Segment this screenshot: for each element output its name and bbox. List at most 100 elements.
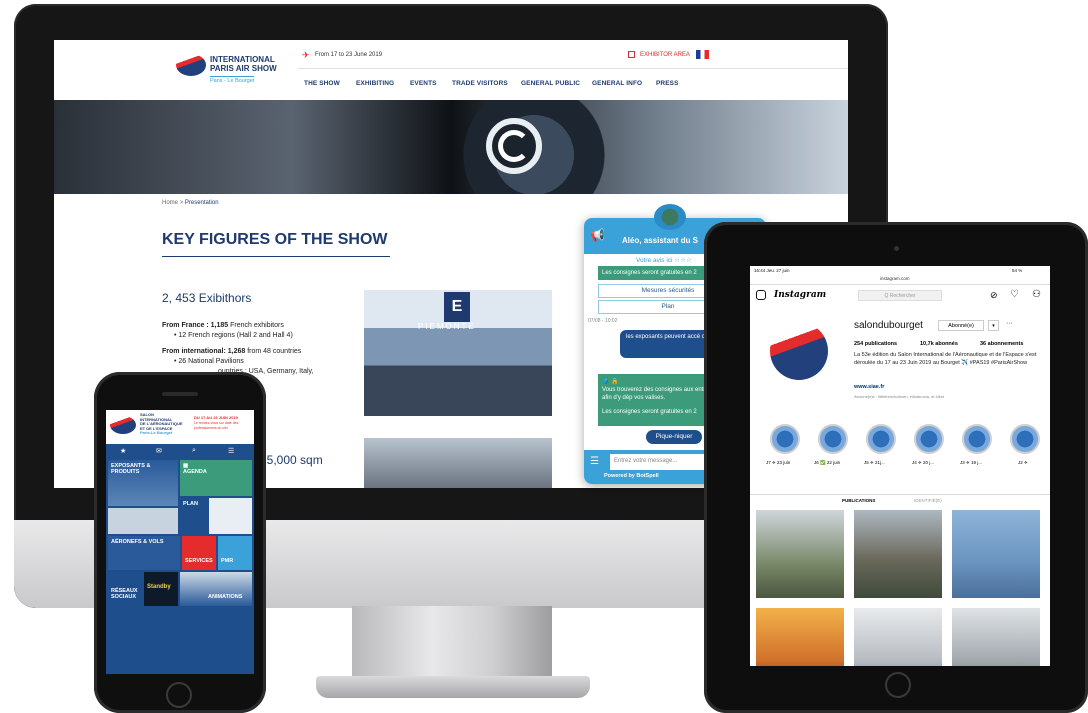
tile-agenda[interactable]: ▦ AGENDA <box>180 460 252 496</box>
exhibitors-details: From France : 1,185 French exhibitors • … <box>162 321 362 377</box>
paris-air-show-logo-icon[interactable] <box>176 54 206 76</box>
tile-plan[interactable]: PLAN <box>180 498 252 534</box>
app-title: SALON INTERNATIONAL DE L'AÉRONAUTIQUE ET… <box>140 412 183 436</box>
nav-trade-visitors[interactable]: TRADE VISITORS <box>452 80 508 87</box>
page-title: KEY FIGURES OF THE SHOW <box>162 231 388 248</box>
profile-avatar[interactable] <box>770 322 828 380</box>
ipad-home-button[interactable] <box>885 672 911 698</box>
france-value: 1,185 <box>210 322 229 329</box>
powered-by: Powered by BotSpell <box>604 473 659 479</box>
profile-icon[interactable]: ⚇ <box>1032 289 1041 300</box>
post-thumbnail-1[interactable] <box>756 510 844 598</box>
story-highlight-3[interactable] <box>866 424 896 454</box>
followed-by: Abonné(e)s : littlefrenchcitizen, elisab… <box>854 394 945 399</box>
profile-link[interactable]: www.siae.fr <box>854 384 884 390</box>
french-flag-icon[interactable] <box>696 50 709 59</box>
bot-avatar-icon <box>654 204 686 230</box>
hero-engine-image <box>54 100 848 194</box>
mail-icon[interactable]: ✉ <box>156 447 162 455</box>
story-highlight-2[interactable] <box>818 424 848 454</box>
header-divider <box>298 68 848 69</box>
exhibitor-area-link[interactable]: EXHIBITOR AREA <box>640 52 690 58</box>
story-label-5: J3 ✈ 19 j... <box>960 460 983 465</box>
chat-rating[interactable]: Votre avis ici ☆☆☆ <box>636 256 692 264</box>
tab-publications[interactable]: PUBLICATIONS <box>842 498 875 503</box>
breadcrumb-current: Presentation <box>184 200 219 206</box>
logo-line3: Paris - Le Bourget <box>210 76 255 84</box>
explore-icon[interactable]: ⊘ <box>990 290 998 301</box>
profile-username: salondubourget <box>854 320 923 331</box>
menu-icon[interactable]: ☰ <box>228 447 234 455</box>
tile-pmr-label: PMR <box>221 558 234 564</box>
france-label: From France : <box>162 322 209 329</box>
tile-reseaux-label: RÉSEAUX SOCIAUX <box>111 588 138 600</box>
instagram-camera-icon[interactable] <box>756 290 766 300</box>
post-thumbnail-5[interactable] <box>854 608 942 666</box>
iphone-speaker <box>162 392 198 396</box>
search-input[interactable]: Q Rechercher <box>858 290 942 301</box>
nav-general-public[interactable]: GENERAL PUBLIC <box>521 80 580 87</box>
engine-swirl <box>498 130 530 162</box>
breadcrumb-separator: > <box>179 200 184 206</box>
tile-exposants-label: EXPOSANTS & PRODUITS <box>111 463 151 475</box>
nav-press[interactable]: PRESS <box>656 80 679 87</box>
exhibitor-icon <box>628 51 635 58</box>
tabs-divider <box>750 494 1050 495</box>
story-highlight-4[interactable] <box>914 424 944 454</box>
france-rest: French exhibitors <box>230 322 284 329</box>
stand-sign: PIEMONTE <box>418 322 476 331</box>
imac-stand <box>352 606 552 676</box>
tile-aeronefs[interactable]: AÉRONEFS & VOLS <box>108 536 180 570</box>
tile-exposants[interactable]: EXPOSANTS & PRODUITS <box>108 460 178 506</box>
aerial-photo <box>364 438 552 488</box>
instagram-brand[interactable]: Instagram <box>774 290 826 300</box>
url-bar[interactable]: instagram.com <box>880 276 910 281</box>
tile-services[interactable]: SERVICES <box>182 536 216 570</box>
tile-animations-label: ANIMATIONS <box>208 594 243 600</box>
tile-reseaux[interactable]: RÉSEAUX SOCIAUX <box>108 572 142 606</box>
following-button[interactable]: Abonné(e) <box>938 320 984 331</box>
story-label-3: J5 ✈ 21j... <box>864 460 885 465</box>
stat-following[interactable]: 36 abonnements <box>980 341 1023 347</box>
instagram-profile: 16:44 Jeu. 27 juin 54 % instagram.com In… <box>750 266 1050 666</box>
iphone-home-button[interactable] <box>166 682 192 708</box>
menu-icon[interactable]: ☰ <box>590 456 599 467</box>
search-icon[interactable]: ⌕ <box>192 447 196 455</box>
heart-icon[interactable]: ♡ <box>1010 289 1019 300</box>
dropdown-icon[interactable]: ▾ <box>988 320 999 331</box>
nav-general-info[interactable]: GENERAL INFO <box>592 80 642 87</box>
nav-exhibiting[interactable]: EXHIBITING <box>356 80 394 87</box>
app-tabbar: ★ ✉ ⌕ ☰ <box>106 446 254 458</box>
breadcrumb-home[interactable]: Home <box>162 200 178 206</box>
story-highlight-1[interactable] <box>770 424 800 454</box>
post-thumbnail-2[interactable] <box>854 510 942 598</box>
stat-followers[interactable]: 10,7k abonnés <box>920 341 958 347</box>
post-thumbnail-6[interactable] <box>952 608 1040 666</box>
tile-standby[interactable]: Standby <box>144 572 178 606</box>
tile-pmr[interactable]: PMR <box>218 536 252 570</box>
iphone-frame: SALON INTERNATIONAL DE L'AÉRONAUTIQUE ET… <box>94 372 266 713</box>
stat-publications: 254 publications <box>854 341 898 347</box>
app-header: SALON INTERNATIONAL DE L'AÉRONAUTIQUE ET… <box>106 410 254 444</box>
post-thumbnail-4[interactable] <box>756 608 844 666</box>
tile-animations[interactable]: ANIMATIONS <box>180 572 252 606</box>
breadcrumb: Home > Presentation <box>162 200 219 206</box>
post-thumbnail-3[interactable] <box>952 510 1040 598</box>
france-regions: • 12 French regions (Hall 2 and Hall 4) <box>174 332 293 339</box>
exhibition-hall-photo: E PIEMONTE <box>364 290 552 416</box>
intl-pavilions: • 26 National Pavilions <box>174 358 244 365</box>
tile-plan-label: PLAN <box>183 501 198 507</box>
tab-identifie[interactable]: IDENTIFIÉ(E) <box>914 498 942 503</box>
quick-reply-pique-niquer[interactable]: Pique-niquer <box>646 430 702 444</box>
app-logo-icon <box>110 416 136 434</box>
megaphone-icon: 📢 <box>590 228 605 242</box>
nav-the-show[interactable]: THE SHOW <box>304 80 340 87</box>
tile-standby-label: Standby <box>147 584 171 590</box>
nav-events[interactable]: EVENTS <box>410 80 437 87</box>
story-highlight-5[interactable] <box>962 424 992 454</box>
story-highlight-6[interactable] <box>1010 424 1040 454</box>
star-icon[interactable]: ★ <box>120 447 126 455</box>
tile-photo <box>108 508 178 534</box>
show-dates: From 17 to 23 June 2019 <box>315 52 383 58</box>
more-icon[interactable]: ··· <box>1006 320 1013 327</box>
